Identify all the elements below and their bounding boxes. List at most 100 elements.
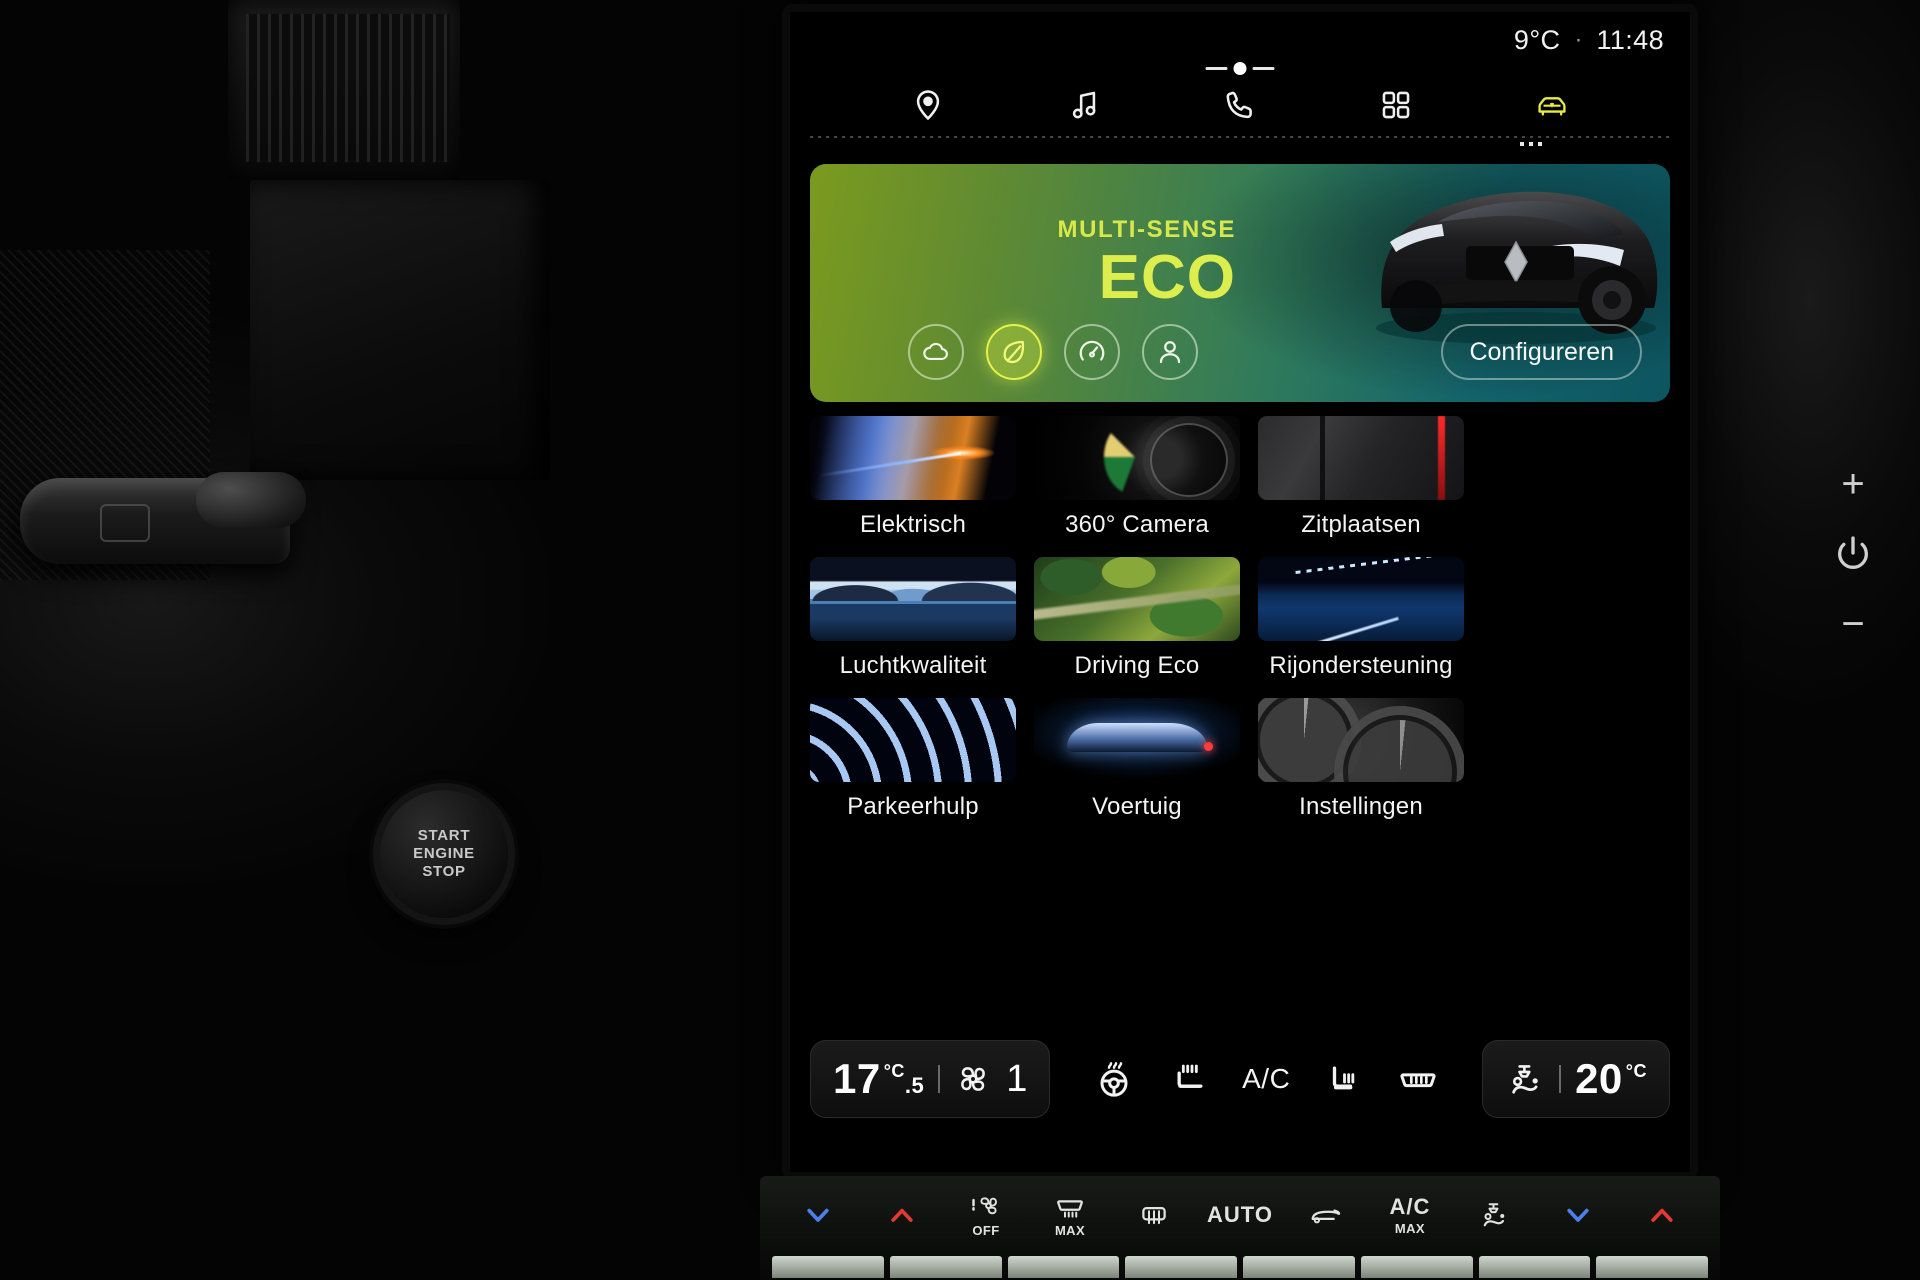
hardkey-fan-off[interactable]: OFF: [955, 1187, 1017, 1243]
tile-zitplaatsen[interactable]: Zitplaatsen: [1258, 416, 1464, 539]
passenger-climate-zone[interactable]: 20 °C: [1482, 1040, 1670, 1118]
dashboard-right-panel: [1690, 0, 1920, 1280]
dashboard-left-panel: START ENGINE STOP: [0, 0, 800, 1280]
driver-temp-unit: °C: [883, 1061, 905, 1081]
climate-quick-icons: A/C: [1050, 1053, 1482, 1105]
keycap[interactable]: [1478, 1256, 1591, 1278]
hardkey-auto[interactable]: AUTO: [1207, 1187, 1273, 1243]
power-button[interactable]: [1833, 533, 1873, 573]
clock: 11:48: [1596, 24, 1664, 55]
start-engine-stop-button[interactable]: START ENGINE STOP: [380, 790, 508, 918]
dashboard-trim-panel: [250, 180, 550, 480]
configure-button[interactable]: Configureren: [1441, 324, 1642, 380]
keycap[interactable]: [1125, 1256, 1237, 1278]
tab-vehicle[interactable]: [1523, 80, 1581, 130]
tile-label: Zitplaatsen: [1301, 511, 1421, 538]
start-label-line2: ENGINE: [413, 845, 475, 862]
volume-up-button[interactable]: +: [1830, 462, 1876, 507]
tile-thumbnail-settings: [1258, 698, 1464, 782]
tab-media[interactable]: [1055, 80, 1113, 130]
outside-temperature: 9°C: [1513, 24, 1561, 55]
cloud-icon: [923, 342, 948, 360]
defrost-rear-icon: [1142, 1207, 1166, 1225]
tile-driving-eco[interactable]: Driving Eco: [1034, 557, 1240, 680]
keycap[interactable]: [1596, 1256, 1708, 1278]
heated-steering-wheel-button[interactable]: [1085, 1053, 1143, 1105]
mode-sport-button[interactable]: [1064, 324, 1120, 380]
map-pin-icon: [916, 90, 940, 121]
hardkey-front-defrost-max[interactable]: MAX: [1039, 1187, 1101, 1243]
status-separator: ·: [1574, 26, 1583, 53]
mode-comfort-button[interactable]: [908, 324, 964, 380]
passenger-temp-value: 20: [1575, 1055, 1623, 1102]
tile-label: Rijondersteuning: [1269, 652, 1453, 679]
tile-luchtkwaliteit[interactable]: Luchtkwaliteit: [810, 557, 1016, 680]
tile-label: Elektrisch: [859, 511, 967, 538]
tile-thumbnail-vehicle: [1034, 698, 1240, 782]
page-indicator: [1520, 142, 1546, 146]
air-vent-grille: [228, 0, 460, 180]
vehicle-apps-grid: Elektrisch 360° Camera Zitplaatsen Lucht…: [810, 416, 1670, 821]
recirculation-icon: [1311, 1209, 1341, 1224]
tab-navigation[interactable]: [899, 80, 957, 130]
hardkey-recirculation[interactable]: [1295, 1187, 1357, 1243]
keycap[interactable]: [1243, 1256, 1355, 1278]
hardkey-driver-temp-up[interactable]: [871, 1187, 933, 1243]
fan-icon[interactable]: [954, 1060, 992, 1098]
status-bar: 9°C · 11:48: [790, 12, 1690, 68]
hardkey-defrost-max-label: MAX: [1054, 1223, 1086, 1238]
fan-speed-value: 1: [1006, 1057, 1028, 1100]
tile-elektrisch[interactable]: Elektrisch: [810, 416, 1016, 539]
tab-apps[interactable]: [1367, 80, 1425, 130]
zone-divider: [1559, 1065, 1562, 1093]
keycap[interactable]: [772, 1256, 884, 1278]
tile-label: Instellingen: [1299, 793, 1423, 820]
mode-perso-button[interactable]: [1142, 324, 1198, 380]
driver-temperature: 17 °C .5: [833, 1055, 924, 1103]
keycap[interactable]: [1007, 1256, 1120, 1278]
defrost-front-icon: [1057, 1200, 1083, 1218]
grid-apps-icon: [1382, 91, 1410, 119]
ac-button[interactable]: A/C: [1237, 1053, 1295, 1105]
heated-seat-right-button[interactable]: [1313, 1053, 1371, 1105]
vehicle-render-image: [1376, 191, 1658, 344]
hardkey-passenger-temp-up[interactable]: [1631, 1187, 1693, 1243]
tile-parkeerhulp[interactable]: Parkeerhulp: [810, 698, 1016, 821]
tile-360-camera[interactable]: 360° Camera: [1034, 416, 1240, 539]
stalk-tip: [196, 472, 306, 528]
multisense-mode-title: ECO: [1098, 243, 1236, 312]
tile-label: Driving Eco: [1074, 652, 1200, 679]
driver-climate-zone[interactable]: 17 °C .5 1: [810, 1040, 1051, 1118]
mode-eco-button[interactable]: [986, 324, 1042, 380]
tile-thumbnail-seats: [1258, 416, 1464, 500]
keycap[interactable]: [1360, 1256, 1473, 1278]
dashboard-scene: START ENGINE STOP + − 9°C · 11:48 MULTI-…: [0, 0, 1920, 1280]
power-icon: [1838, 536, 1868, 569]
tile-label: Luchtkwaliteit: [839, 652, 987, 679]
drive-mode-selector: [908, 324, 1198, 380]
tile-instellingen[interactable]: Instellingen: [1258, 698, 1464, 821]
tile-rijondersteuning[interactable]: Rijondersteuning: [1258, 557, 1464, 680]
heated-seat-right-icon: [1332, 1066, 1355, 1090]
tile-thumbnail-driver-assist: [1258, 557, 1464, 641]
hardkey-driver-temp-down[interactable]: [787, 1187, 849, 1243]
start-label-line3: STOP: [422, 863, 466, 880]
volume-down-button[interactable]: −: [1830, 602, 1876, 647]
chevron-down-icon: [1567, 1208, 1589, 1222]
tab-phone[interactable]: [1211, 80, 1269, 130]
handle-bar-right: [1252, 67, 1275, 70]
keycap[interactable]: [889, 1256, 1002, 1278]
leaf-icon: [1003, 340, 1025, 364]
multisense-card[interactable]: MULTI-SENSE ECO Configureren: [810, 164, 1670, 402]
airflow-icon[interactable]: [1505, 1059, 1545, 1099]
rear-defrost-button[interactable]: [1389, 1053, 1447, 1105]
hardkey-airflow-mode[interactable]: [1463, 1187, 1525, 1243]
hardkey-passenger-temp-down[interactable]: [1547, 1187, 1609, 1243]
hardkey-ac-max[interactable]: A/C MAX: [1379, 1187, 1441, 1243]
tile-label: Parkeerhulp: [847, 793, 979, 820]
heated-seat-left-button[interactable]: [1161, 1053, 1219, 1105]
multisense-text-block: MULTI-SENSE ECO: [956, 216, 1236, 312]
driver-temp-decimal: .5: [904, 1073, 925, 1098]
tile-voertuig[interactable]: Voertuig: [1034, 698, 1240, 821]
hardkey-rear-defrost[interactable]: [1123, 1187, 1185, 1243]
